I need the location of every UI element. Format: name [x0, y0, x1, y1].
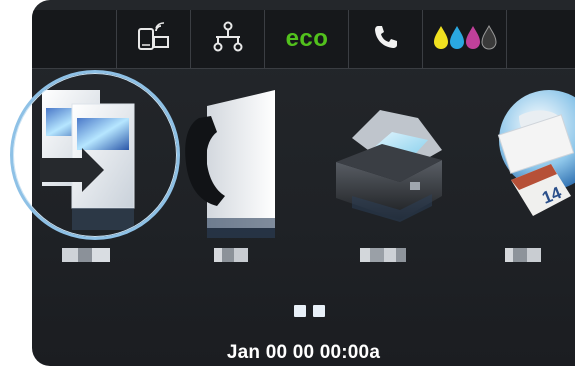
- page-indicator[interactable]: [294, 305, 325, 317]
- apps-app[interactable]: 14: [467, 78, 575, 283]
- app-label-redacted: [360, 248, 406, 262]
- page-dot[interactable]: [313, 305, 325, 317]
- fax-status-button[interactable]: [348, 10, 423, 68]
- blank-status-slot: [32, 10, 116, 68]
- network-icon: [211, 21, 245, 58]
- globe-calendar-icon: 14: [467, 78, 575, 238]
- scan-app[interactable]: [322, 78, 452, 283]
- app-label-redacted: [214, 248, 248, 262]
- fax-app[interactable]: [177, 78, 307, 283]
- fax-icon: [177, 78, 307, 238]
- eco-label: eco: [285, 25, 329, 52]
- wireless-direct-icon: [134, 21, 174, 57]
- app-label-redacted: [62, 248, 110, 262]
- app-label-redacted: [505, 248, 541, 262]
- eco-button[interactable]: eco: [264, 10, 349, 68]
- selection-ring: [10, 70, 180, 240]
- top-status-bar: eco: [32, 10, 575, 69]
- network-button[interactable]: [190, 10, 265, 68]
- scanner-icon: [322, 78, 452, 238]
- page-dot[interactable]: [294, 305, 306, 317]
- date-time-status: Jan 00 00 00:00a: [226, 342, 381, 363]
- wireless-direct-button[interactable]: [116, 10, 191, 68]
- phone-icon: [372, 23, 400, 56]
- ink-drops-icon: [433, 23, 497, 56]
- blank-status-slot-right: [506, 10, 575, 68]
- supplies-button[interactable]: [422, 10, 507, 68]
